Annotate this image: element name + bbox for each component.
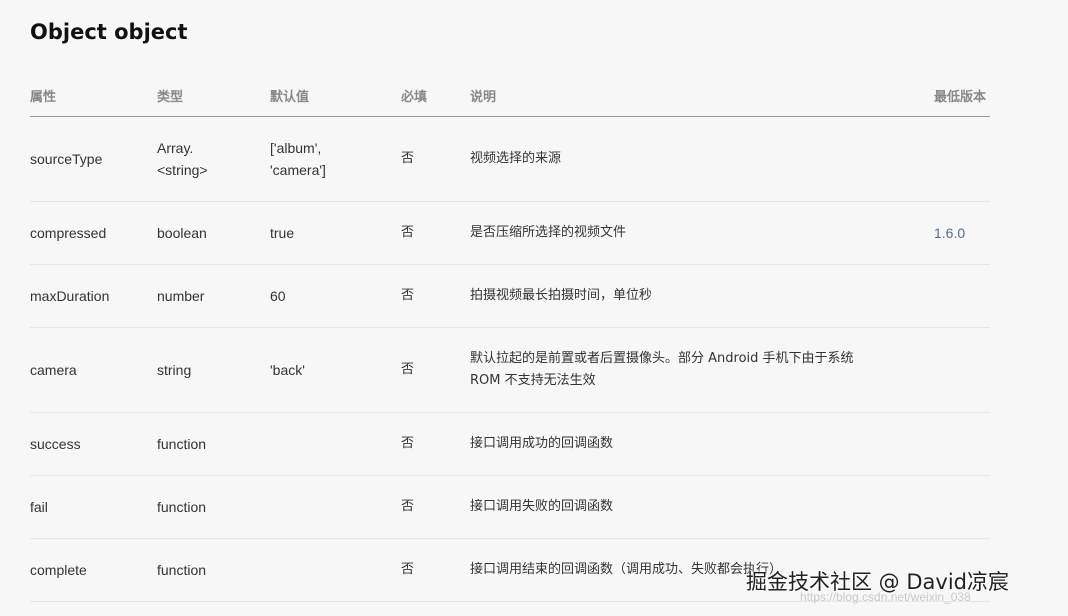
cell-desc: 拍摄视频最长拍摄时间，单位秒 (470, 264, 934, 328)
cell-default: true (270, 201, 401, 265)
table-row: sourceType Array.<string> ['album', 'cam… (30, 116, 990, 202)
cell-type: string (157, 327, 270, 413)
header-default: 默认值 (270, 74, 401, 117)
cell-required: 否 (401, 264, 470, 328)
cell-default: ['album', 'camera'] (270, 116, 401, 202)
header-desc: 说明 (470, 74, 934, 117)
cell-required: 否 (401, 475, 470, 539)
header-attr: 属性 (30, 74, 157, 117)
table-row: camera string 'back' 否 默认拉起的是前置或者后置摄像头。部… (30, 327, 990, 413)
cell-desc: 默认拉起的是前置或者后置摄像头。部分 Android 手机下由于系统 ROM 不… (470, 327, 934, 413)
object-params-table: 属性 类型 默认值 必填 说明 最低版本 sourceType Array.<s… (30, 74, 990, 602)
cell-attr: camera (30, 327, 157, 413)
cell-default (270, 412, 401, 476)
cell-type: function (157, 412, 270, 476)
cell-version (934, 116, 990, 202)
table-row: maxDuration number 60 否 拍摄视频最长拍摄时间，单位秒 (30, 264, 990, 328)
cell-desc: 接口调用成功的回调函数 (470, 412, 934, 476)
page-title: Object object (30, 20, 188, 44)
cell-type: function (157, 475, 270, 539)
cell-required: 否 (401, 412, 470, 476)
table-row: fail function 否 接口调用失败的回调函数 (30, 475, 990, 539)
table-header-row: 属性 类型 默认值 必填 说明 最低版本 (30, 74, 990, 117)
cell-type: function (157, 538, 270, 602)
cell-default: 60 (270, 264, 401, 328)
cell-type: Array.<string> (157, 116, 270, 202)
cell-desc: 视频选择的来源 (470, 116, 934, 202)
cell-version (934, 412, 990, 476)
header-type: 类型 (157, 74, 270, 117)
cell-type: number (157, 264, 270, 328)
cell-attr: maxDuration (30, 264, 157, 328)
cell-required: 否 (401, 327, 470, 413)
cell-attr: complete (30, 538, 157, 602)
cell-default (270, 475, 401, 539)
cell-type: boolean (157, 201, 270, 265)
cell-version (934, 264, 990, 328)
cell-version (934, 475, 990, 539)
cell-desc: 接口调用失败的回调函数 (470, 475, 934, 539)
table-row: success function 否 接口调用成功的回调函数 (30, 412, 990, 476)
cell-required: 否 (401, 538, 470, 602)
cell-version: 1.6.0 (934, 201, 990, 265)
cell-required: 否 (401, 201, 470, 265)
cell-default (270, 538, 401, 602)
cell-attr: fail (30, 475, 157, 539)
cell-attr: sourceType (30, 116, 157, 202)
cell-attr: success (30, 412, 157, 476)
header-required: 必填 (401, 74, 470, 117)
cell-desc: 是否压缩所选择的视频文件 (470, 201, 934, 265)
cell-required: 否 (401, 116, 470, 202)
cell-version (934, 327, 990, 413)
header-version: 最低版本 (934, 74, 990, 117)
cell-default: 'back' (270, 327, 401, 413)
watermark: 掘金技术社区 @ David凉宸 (746, 570, 1009, 594)
cell-attr: compressed (30, 201, 157, 265)
table-row: compressed boolean true 否 是否压缩所选择的视频文件 1… (30, 201, 990, 265)
